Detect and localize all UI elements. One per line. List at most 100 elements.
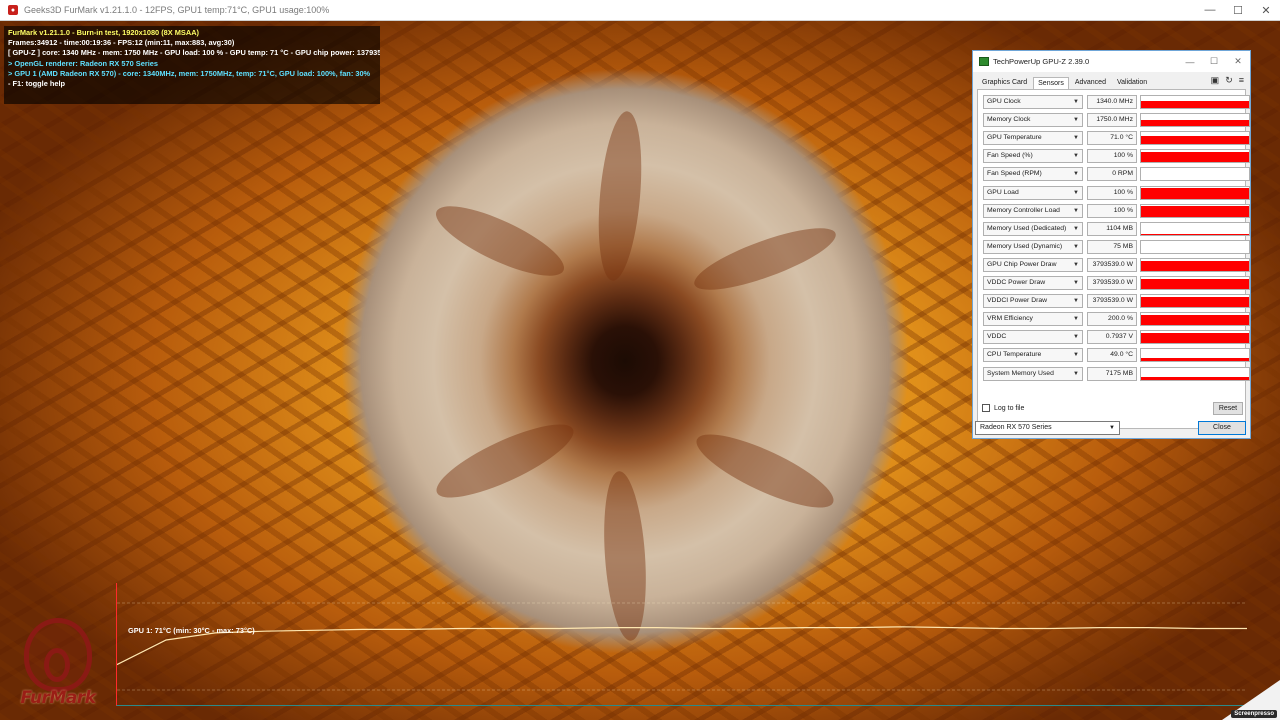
sensor-row: Fan Speed (%) ▼ 100 % xyxy=(983,149,1250,164)
sensor-graph xyxy=(1140,257,1250,272)
sensor-row: Memory Used (Dynamic) ▼ 75 MB xyxy=(983,239,1250,254)
camera-icon[interactable]: ▣ xyxy=(1211,75,1220,86)
sensor-name-dropdown[interactable]: VDDC ▼ xyxy=(983,330,1083,345)
sensor-name: Fan Speed (RPM) xyxy=(987,170,1042,178)
sensor-name: System Memory Used xyxy=(987,369,1054,377)
tab-advanced[interactable]: Advanced xyxy=(1070,76,1111,89)
sensor-row: Memory Used (Dedicated) ▼ 1104 MB xyxy=(983,221,1250,236)
chevron-down-icon: ▼ xyxy=(1073,261,1079,268)
minimize-icon[interactable]: — xyxy=(1196,0,1224,20)
sensor-name: CPU Temperature xyxy=(987,351,1042,359)
gpuz-maximize-icon[interactable]: ☐ xyxy=(1202,56,1226,67)
iris-texture xyxy=(428,193,572,289)
menu-icon[interactable]: ≡ xyxy=(1239,75,1244,86)
sensor-name-dropdown[interactable]: VDDCI Power Draw ▼ xyxy=(983,294,1083,309)
sensor-name: VDDCI Power Draw xyxy=(987,297,1048,305)
sensor-graph xyxy=(1140,113,1250,128)
furmark-info-overlay: FurMark v1.21.1.0 - Burn-in test, 1920x1… xyxy=(4,26,380,104)
sensor-name-dropdown[interactable]: Memory Controller Load ▼ xyxy=(983,203,1083,218)
sensor-graph xyxy=(1140,294,1250,309)
sensor-name-dropdown[interactable]: Memory Used (Dynamic) ▼ xyxy=(983,239,1083,254)
sensor-name-dropdown[interactable]: GPU Temperature ▼ xyxy=(983,131,1083,146)
gpu-temperature-label: GPU 1: 71°C (min: 30°C - max: 73°C) xyxy=(128,626,255,635)
sensor-graph-fill xyxy=(1141,376,1249,380)
maximize-icon[interactable]: ☐ xyxy=(1224,0,1252,20)
sensor-graph-fill xyxy=(1141,260,1249,271)
sensor-row: VDDCI Power Draw ▼ 3793539.0 W xyxy=(983,294,1250,309)
gpuz-titlebar: TechPowerUp GPU-Z 2.39.0 — ☐ ✕ xyxy=(973,51,1250,72)
tab-validation[interactable]: Validation xyxy=(1112,76,1152,89)
gpu-select-dropdown[interactable]: Radeon RX 570 Series ▼ xyxy=(975,421,1120,435)
sensor-name-dropdown[interactable]: Memory Clock ▼ xyxy=(983,113,1083,128)
sensor-graph-fill xyxy=(1141,333,1249,344)
sensor-row: VRM Efficiency ▼ 200.0 % xyxy=(983,312,1250,327)
sensor-value: 7175 MB xyxy=(1087,366,1137,381)
sensor-name-dropdown[interactable]: GPU Chip Power Draw ▼ xyxy=(983,257,1083,272)
sensor-name-dropdown[interactable]: Memory Used (Dedicated) ▼ xyxy=(983,221,1083,236)
log-to-file-checkbox[interactable] xyxy=(982,404,990,412)
gpuz-tabs: Graphics Card Sensors Advanced Validatio… xyxy=(977,75,1153,89)
sensor-name-dropdown[interactable]: VDDC Power Draw ▼ xyxy=(983,276,1083,290)
sensor-row: GPU Clock ▼ 1340.0 MHz xyxy=(983,95,1250,109)
sensor-name: Memory Controller Load xyxy=(987,206,1060,214)
iris-texture xyxy=(428,411,582,511)
log-to-file-option[interactable]: Log to file xyxy=(982,404,1024,412)
chevron-down-icon: ▼ xyxy=(1073,334,1079,341)
sensor-name-dropdown[interactable]: GPU Clock ▼ xyxy=(983,95,1083,109)
sensor-name: GPU Temperature xyxy=(987,134,1042,142)
log-to-file-label: Log to file xyxy=(994,404,1025,412)
sensor-graph-fill xyxy=(1141,315,1249,326)
chevron-down-icon: ▼ xyxy=(1109,425,1115,431)
info-line-renderer: > OpenGL renderer: Radeon RX 570 Series xyxy=(8,58,158,68)
iris-texture xyxy=(688,216,842,302)
gpuz-window: TechPowerUp GPU-Z 2.39.0 — ☐ ✕ Graphics … xyxy=(972,50,1251,439)
sensor-name-dropdown[interactable]: GPU Load ▼ xyxy=(983,185,1083,200)
sensor-name: VRM Efficiency xyxy=(987,315,1033,323)
sensor-graph-fill xyxy=(1141,233,1249,235)
sensor-graph-fill xyxy=(1141,188,1249,199)
chevron-down-icon: ▼ xyxy=(1073,316,1079,323)
sensor-name-dropdown[interactable]: Fan Speed (RPM) ▼ xyxy=(983,167,1083,182)
sensor-graph-fill xyxy=(1141,278,1249,289)
sensor-row: Memory Clock ▼ 1750.0 MHz xyxy=(983,113,1250,128)
reset-button[interactable]: Reset xyxy=(1213,402,1243,415)
sensor-graph xyxy=(1140,221,1250,236)
sensor-name: GPU Load xyxy=(987,188,1019,196)
sensor-row: VDDC Power Draw ▼ 3793539.0 W xyxy=(983,276,1250,290)
chevron-down-icon: ▼ xyxy=(1073,207,1079,214)
furmark-logo-wordmark: FurMark xyxy=(20,688,96,708)
sensor-graph xyxy=(1140,312,1250,327)
chevron-down-icon: ▼ xyxy=(1073,298,1079,305)
gpuz-close-icon[interactable]: ✕ xyxy=(1226,56,1250,67)
iris-texture xyxy=(592,109,648,283)
sensor-graph xyxy=(1140,149,1250,164)
sensor-value: 0.7937 V xyxy=(1087,330,1137,345)
sensor-name: VDDC xyxy=(987,333,1007,341)
close-button[interactable]: Close xyxy=(1198,421,1246,435)
sensor-name-dropdown[interactable]: Fan Speed (%) ▼ xyxy=(983,149,1083,164)
sensor-row: GPU Load ▼ 100 % xyxy=(983,185,1250,200)
tab-sensors[interactable]: Sensors xyxy=(1033,77,1069,89)
sensor-name: Memory Clock xyxy=(987,116,1031,124)
sensor-name-dropdown[interactable]: VRM Efficiency ▼ xyxy=(983,312,1083,327)
close-icon[interactable]: ✕ xyxy=(1252,0,1280,20)
refresh-icon[interactable]: ↻ xyxy=(1225,75,1233,86)
gpuz-minimize-icon[interactable]: — xyxy=(1178,57,1202,67)
sensor-value: 100 % xyxy=(1087,203,1137,218)
sensor-value: 1750.0 MHz xyxy=(1087,113,1137,128)
sensor-graph xyxy=(1140,131,1250,146)
sensor-name-dropdown[interactable]: System Memory Used ▼ xyxy=(983,366,1083,381)
sensor-row: VDDC ▼ 0.7937 V xyxy=(983,330,1250,345)
iris-texture xyxy=(688,421,842,521)
gpuz-app-icon xyxy=(979,57,989,66)
sensor-value: 3793539.0 W xyxy=(1087,294,1137,309)
sensor-value: 100 % xyxy=(1087,149,1137,164)
sensor-row: CPU Temperature ▼ 49.0 °C xyxy=(983,348,1250,363)
info-line-gpuz: [ GPU-Z ] core: 1340 MHz - mem: 1750 MHz… xyxy=(8,48,380,58)
chevron-down-icon: ▼ xyxy=(1073,352,1079,359)
sensor-name-dropdown[interactable]: CPU Temperature ▼ xyxy=(983,348,1083,363)
info-line-help: - F1: toggle help xyxy=(8,79,66,89)
sensor-name: GPU Chip Power Draw xyxy=(987,260,1057,268)
tab-graphics-card[interactable]: Graphics Card xyxy=(977,76,1032,89)
chevron-down-icon: ▼ xyxy=(1073,99,1079,105)
